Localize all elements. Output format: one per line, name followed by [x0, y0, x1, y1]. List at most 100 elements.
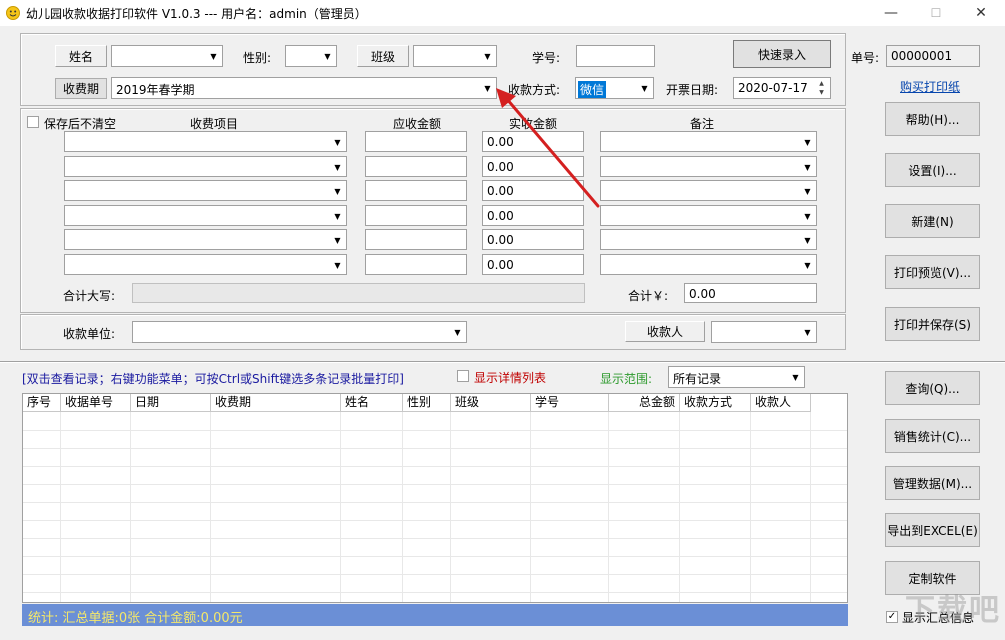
due-amount-input[interactable]	[365, 180, 467, 201]
grid-line	[23, 574, 847, 575]
quick-entry-button[interactable]: 快速录入	[733, 40, 831, 68]
export-excel-button[interactable]: 导出到EXCEL(E)	[885, 513, 980, 547]
payee-unit-combo[interactable]: ▼	[132, 321, 467, 343]
chevron-down-icon[interactable]: ▼	[329, 255, 346, 275]
fee-item-combo[interactable]: ▼	[64, 254, 347, 275]
grid-line	[23, 430, 847, 431]
range-combo[interactable]: 所有记录 ▼	[668, 366, 805, 388]
sales-stats-button[interactable]: 销售统计(C)...	[885, 419, 980, 453]
column-header[interactable]: 收款人	[751, 394, 811, 412]
chevron-down-icon[interactable]: ▼	[636, 78, 653, 98]
show-detail-checkbox[interactable]	[457, 370, 469, 382]
column-header[interactable]: 性别	[403, 394, 451, 412]
chevron-down-icon[interactable]: ▼	[787, 367, 804, 387]
note-combo[interactable]: ▼	[600, 131, 817, 152]
due-amount-input[interactable]	[365, 205, 467, 226]
chevron-down-icon[interactable]: ▼	[329, 181, 346, 201]
window-title: 幼儿园收款收据打印软件 V1.0.3 --- 用户名：admin（管理员）	[26, 5, 367, 22]
chevron-down-icon[interactable]: ▼	[799, 255, 816, 275]
note-combo[interactable]: ▼	[600, 229, 817, 250]
chevron-down-icon[interactable]: ▼	[799, 157, 816, 177]
column-header[interactable]: 序号	[23, 394, 61, 412]
minimize-button[interactable]: —	[868, 0, 914, 26]
print-save-button[interactable]: 打印并保存(S)	[885, 307, 980, 341]
period-button[interactable]: 收费期	[55, 78, 107, 99]
close-button[interactable]: ✕	[958, 0, 1004, 26]
query-button[interactable]: 查询(Q)...	[885, 371, 980, 405]
invoice-date-picker[interactable]: 2020-07-17 ▲ ▼	[733, 77, 831, 99]
chevron-down-icon[interactable]: ▼	[329, 157, 346, 177]
print-preview-button[interactable]: 打印预览(V)...	[885, 255, 980, 289]
collector-combo[interactable]: ▼	[711, 321, 817, 343]
invoice-date-label: 开票日期:	[666, 81, 718, 98]
period-combo[interactable]: 2019年春学期 ▼	[111, 77, 497, 99]
spin-down-icon[interactable]: ▼	[814, 88, 829, 97]
note-combo[interactable]: ▼	[600, 205, 817, 226]
receipt-no-value: 00000001	[886, 45, 980, 67]
chevron-down-icon[interactable]: ▼	[329, 132, 346, 152]
chevron-down-icon[interactable]: ▼	[205, 46, 222, 66]
chevron-down-icon[interactable]: ▼	[329, 206, 346, 226]
fee-item-combo[interactable]: ▼	[64, 131, 347, 152]
chevron-down-icon[interactable]: ▼	[799, 206, 816, 226]
fee-item-combo[interactable]: ▼	[64, 205, 347, 226]
chevron-down-icon[interactable]: ▼	[449, 322, 466, 342]
grid-line	[23, 538, 847, 539]
status-bar: 统计: 汇总单据:0张 合计金额:0.00元	[22, 604, 848, 626]
new-button[interactable]: 新建(N)	[885, 204, 980, 238]
due-amount-input[interactable]	[365, 156, 467, 177]
gender-label: 性别:	[243, 49, 271, 66]
due-amount-input[interactable]	[365, 131, 467, 152]
show-summary-checkbox[interactable]: ✓	[886, 611, 898, 623]
column-header[interactable]: 总金额	[609, 394, 680, 412]
received-amount-input[interactable]: 0.00	[482, 254, 584, 275]
column-header[interactable]: 学号	[531, 394, 609, 412]
total-label: 合计￥:	[628, 287, 668, 304]
column-header[interactable]: 班级	[451, 394, 531, 412]
chevron-down-icon[interactable]: ▼	[799, 322, 816, 342]
records-table[interactable]: 序号收据单号日期收费期姓名性别班级学号总金额收款方式收款人	[22, 393, 848, 603]
col-fee-item-header: 收费项目	[190, 115, 238, 132]
column-header[interactable]: 收款方式	[680, 394, 751, 412]
due-amount-input[interactable]	[365, 254, 467, 275]
column-header[interactable]: 日期	[131, 394, 211, 412]
fee-item-combo[interactable]: ▼	[64, 180, 347, 201]
manage-data-button[interactable]: 管理数据(M)...	[885, 466, 980, 500]
col-note-header: 备注	[690, 115, 714, 132]
spin-up-icon[interactable]: ▲	[814, 79, 829, 88]
name-combo[interactable]: ▼	[111, 45, 223, 67]
column-header[interactable]: 收据单号	[61, 394, 131, 412]
chevron-down-icon[interactable]: ▼	[799, 181, 816, 201]
maximize-button[interactable]: ☐	[913, 0, 959, 26]
chevron-down-icon[interactable]: ▼	[799, 132, 816, 152]
column-header[interactable]: 收费期	[211, 394, 341, 412]
note-combo[interactable]: ▼	[600, 180, 817, 201]
app-smiley-icon	[6, 6, 20, 20]
gender-combo[interactable]: ▼	[285, 45, 337, 67]
fee-item-combo[interactable]: ▼	[64, 229, 347, 250]
received-amount-input[interactable]: 0.00	[482, 229, 584, 250]
chevron-down-icon[interactable]: ▼	[329, 230, 346, 250]
note-combo[interactable]: ▼	[600, 156, 817, 177]
chevron-down-icon[interactable]: ▼	[319, 46, 336, 66]
fee-item-combo[interactable]: ▼	[64, 156, 347, 177]
settings-button[interactable]: 设置(I)...	[885, 153, 980, 187]
student-id-label: 学号:	[532, 49, 560, 66]
buy-paper-link[interactable]: 购买打印纸	[900, 78, 960, 95]
chevron-down-icon[interactable]: ▼	[799, 230, 816, 250]
note-combo[interactable]: ▼	[600, 254, 817, 275]
total-uppercase-label: 合计大写:	[63, 287, 115, 304]
help-button[interactable]: 帮助(H)...	[885, 102, 980, 136]
chevron-down-icon[interactable]: ▼	[479, 46, 496, 66]
name-label: 姓名	[55, 45, 107, 67]
student-id-input[interactable]	[576, 45, 655, 67]
invoice-date-value: 2020-07-17	[738, 81, 808, 95]
grid-line	[23, 556, 847, 557]
due-amount-input[interactable]	[365, 229, 467, 250]
column-header[interactable]: 姓名	[341, 394, 403, 412]
grid-line	[23, 502, 847, 503]
keep-after-save-checkbox[interactable]	[27, 116, 39, 128]
class-combo[interactable]: ▼	[413, 45, 497, 67]
collector-label: 收款人	[625, 321, 705, 342]
title-bar: 幼儿园收款收据打印软件 V1.0.3 --- 用户名：admin（管理员） — …	[0, 0, 1005, 26]
